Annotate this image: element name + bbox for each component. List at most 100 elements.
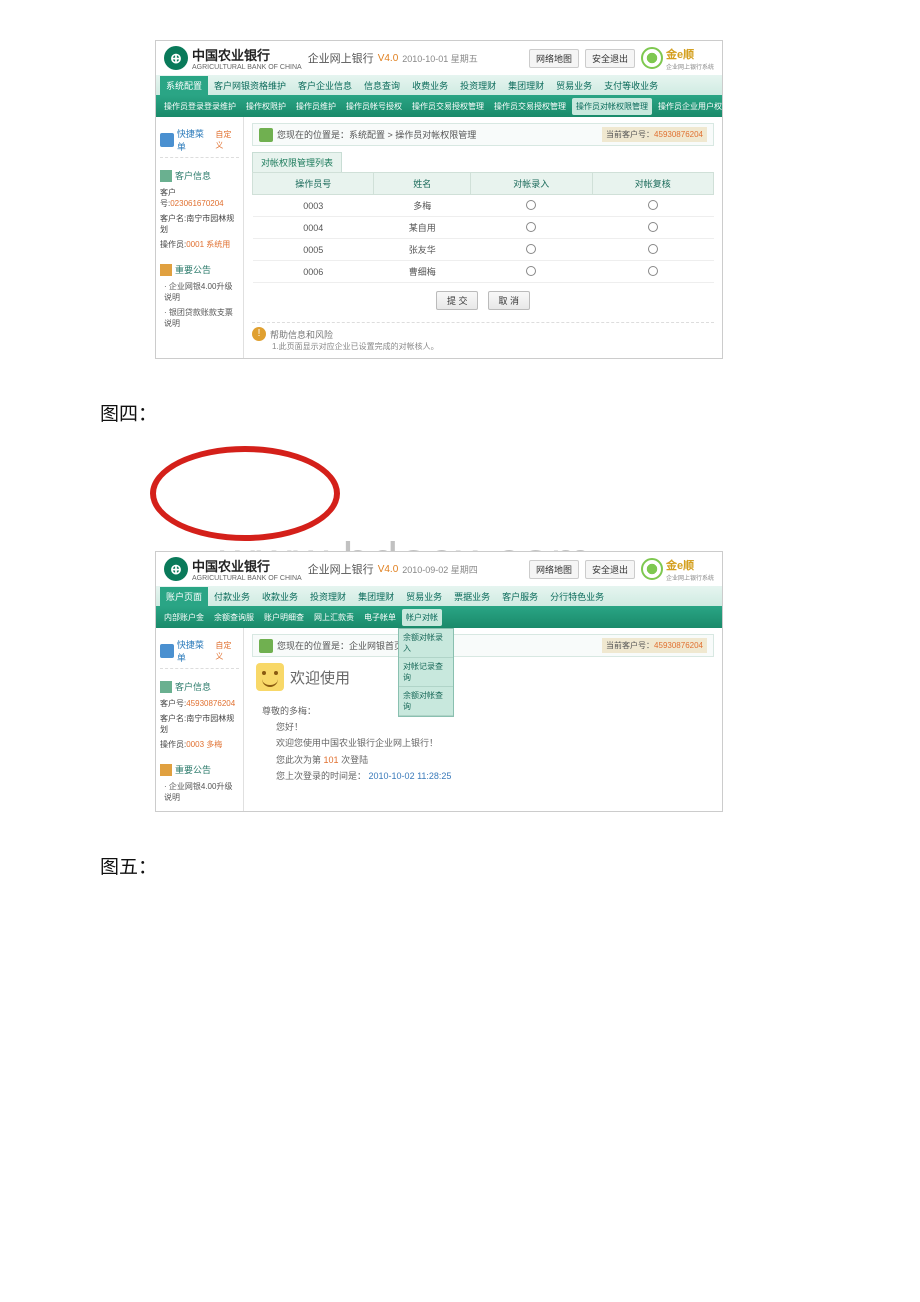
quick-custom-button[interactable]: 自定义 — [215, 129, 239, 151]
nav2-5[interactable]: 帐户对帐 — [402, 609, 442, 626]
nav2-3[interactable]: 网上汇款责 — [310, 609, 358, 626]
sitemap-button[interactable]: 网络地图 — [529, 560, 579, 579]
nav2-7[interactable]: 操作员企业用户权限管理 — [654, 98, 722, 115]
warn-note: 1.此页面显示对应企业已设置完成的对帐核人。 — [252, 341, 714, 352]
nav1-tab-7[interactable]: 贸易业务 — [550, 76, 598, 95]
radio-check[interactable] — [648, 266, 658, 276]
nav2-4[interactable]: 操作员交易授权管理 — [408, 98, 488, 115]
jet-logo: 金e顺 企业网上银行系统 — [641, 557, 714, 582]
nav2-4[interactable]: 电子帐单 — [360, 609, 400, 626]
nav-primary: 账户页面 付款业务 收款业务 投资理财 集团理财 贸易业务 票据业务 客户服务 … — [156, 586, 722, 606]
nav2-2[interactable]: 账户明细查 — [260, 609, 308, 626]
side-row: 客户名:南宁市园林规划 — [160, 711, 239, 737]
client-num-display: 当前客户号：45930876204 — [602, 638, 707, 653]
announce-item[interactable]: · 银团贷款账款支票说明 — [160, 305, 239, 331]
datetime: 2010-10-01 星期五 — [402, 52, 478, 65]
nav2-1[interactable]: 操作权限护 — [242, 98, 290, 115]
announce-item[interactable]: · 企业网银4.00升级说明 — [160, 779, 239, 805]
breadcrumb: 您现在的位置是：系统配置 > 操作员对帐权限管理 当前客户号：459308762… — [252, 123, 714, 146]
dropdown-item-0[interactable]: 余额对帐录入 — [399, 629, 453, 658]
client-num-display: 当前客户号：45930876204 — [602, 127, 707, 142]
bank-logo: ⊕ 中国农业银行 AGRICULTURAL BANK OF CHINA — [164, 45, 302, 71]
caption-figure-4: 图四： — [100, 399, 920, 426]
submit-button[interactable]: 提 交 — [436, 291, 479, 310]
location-icon — [259, 639, 273, 653]
table-row: 0005张友华 — [253, 239, 714, 261]
nav2-6[interactable]: 操作员对帐权限管理 — [572, 98, 652, 115]
nav1-tab-0[interactable]: 账户页面 — [160, 587, 208, 606]
client-info-icon — [160, 681, 172, 693]
info-line1: 欢迎您使用中国农业银行企业网上银行！ — [262, 735, 704, 751]
screenshot-three: ⊕ 中国农业银行 AGRICULTURAL BANK OF CHINA 企业网上… — [155, 40, 723, 359]
dropdown-item-2[interactable]: 余额对帐查询 — [399, 687, 453, 716]
bank-sub: AGRICULTURAL BANK OF CHINA — [192, 64, 302, 71]
nav1-tab-2[interactable]: 客户企业信息 — [292, 76, 358, 95]
side-row: 客户名:南宁市园林规划 — [160, 211, 239, 237]
quick-menu: 快捷菜单 自定义 — [160, 634, 239, 669]
radio-input[interactable] — [526, 244, 536, 254]
cancel-button[interactable]: 取 消 — [488, 291, 531, 310]
radio-check[interactable] — [648, 200, 658, 210]
th-op: 操作员号 — [253, 173, 374, 195]
nav1-tab-4[interactable]: 集团理财 — [352, 587, 400, 606]
nav2-3[interactable]: 操作员帐号授权 — [342, 98, 406, 115]
info-hello: 您好！ — [262, 719, 704, 735]
nav1-tab-6[interactable]: 集团理财 — [502, 76, 550, 95]
logout-button[interactable]: 安全退出 — [585, 560, 635, 579]
nav-secondary: 操作员登录登录维护 操作权限护 操作员维护 操作员帐号授权 操作员交易授权管理 … — [156, 95, 722, 117]
sidebar: 快捷菜单 自定义 客户信息 客户号:45930876204 客户名:南宁市园林规… — [156, 628, 244, 811]
nav2-0[interactable]: 内部账户金 — [160, 609, 208, 626]
nav1-tab-8[interactable]: 支付等收业务 — [598, 76, 664, 95]
nav-primary: 系统配置 客户网银资格维护 客户企业信息 信息查询 收费业务 投资理财 集团理财… — [156, 75, 722, 95]
nav2-1[interactable]: 余额查询服 — [210, 609, 258, 626]
announce-title: 重要公告 — [175, 263, 211, 276]
radio-input[interactable] — [526, 200, 536, 210]
logo-icon: ⊕ — [164, 46, 188, 70]
nav2-5[interactable]: 操作员交易授权管理 — [490, 98, 570, 115]
table-row: 0006曹细梅 — [253, 261, 714, 283]
nav1-tab-3[interactable]: 投资理财 — [304, 587, 352, 606]
nav1-tab-8[interactable]: 分行特色业务 — [544, 587, 610, 606]
nav1-tab-6[interactable]: 票据业务 — [448, 587, 496, 606]
jet-sub: 企业网上银行系统 — [666, 573, 714, 582]
sitemap-button[interactable]: 网络地图 — [529, 49, 579, 68]
dropdown-item-1[interactable]: 对帐记录查询 — [399, 658, 453, 687]
version: V4.0 — [378, 53, 399, 64]
radio-check[interactable] — [648, 222, 658, 232]
quick-custom-button[interactable]: 自定义 — [215, 640, 239, 662]
quick-icon — [160, 133, 174, 147]
product-title: 企业网上银行 — [308, 50, 374, 66]
radio-input[interactable] — [526, 222, 536, 232]
logo-icon: ⊕ — [164, 557, 188, 581]
quick-title: 快捷菜单 — [177, 638, 213, 664]
nav1-tab-1[interactable]: 客户网银资格维护 — [208, 76, 292, 95]
permission-table: 操作员号 姓名 对帐录入 对帐复核 0003多梅 0004某自用 0005张友华… — [252, 172, 714, 283]
product-title: 企业网上银行 — [308, 561, 374, 577]
client-info-title: 客户信息 — [175, 169, 211, 182]
radio-check[interactable] — [648, 244, 658, 254]
radio-input[interactable] — [526, 266, 536, 276]
nav2-2[interactable]: 操作员维护 — [292, 98, 340, 115]
annotation-ellipse — [150, 446, 340, 541]
sidebar: 快捷菜单 自定义 客户信息 客户号:023061670204 客户名:南宁市园林… — [156, 117, 244, 358]
nav1-tab-4[interactable]: 收费业务 — [406, 76, 454, 95]
jet-name: 金e顺 — [666, 557, 714, 573]
announce-item[interactable]: · 企业网银4.00升级说明 — [160, 279, 239, 305]
nav1-tab-5[interactable]: 投资理财 — [454, 76, 502, 95]
nav2-0[interactable]: 操作员登录登录维护 — [160, 98, 240, 115]
datetime: 2010-09-02 星期四 — [402, 563, 478, 576]
breadcrumb-text: 您现在的位置是：系统配置 > 操作员对帐权限管理 — [277, 128, 476, 141]
nav1-tab-2[interactable]: 收款业务 — [256, 587, 304, 606]
th-name: 姓名 — [374, 173, 471, 195]
nav1-tab-3[interactable]: 信息查询 — [358, 76, 406, 95]
nav1-tab-7[interactable]: 客户服务 — [496, 587, 544, 606]
dropdown-menu: 余额对帐录入 对帐记录查询 余额对帐查询 — [398, 628, 454, 717]
nav1-tab-0[interactable]: 系统配置 — [160, 76, 208, 95]
warn-icon: ! — [252, 327, 266, 341]
info-line2: 您此次为第 101 次登陆 — [262, 752, 704, 768]
nav1-tab-1[interactable]: 付款业务 — [208, 587, 256, 606]
table-row: 0003多梅 — [253, 195, 714, 217]
nav1-tab-5[interactable]: 贸易业务 — [400, 587, 448, 606]
client-info-title: 客户信息 — [175, 680, 211, 693]
logout-button[interactable]: 安全退出 — [585, 49, 635, 68]
